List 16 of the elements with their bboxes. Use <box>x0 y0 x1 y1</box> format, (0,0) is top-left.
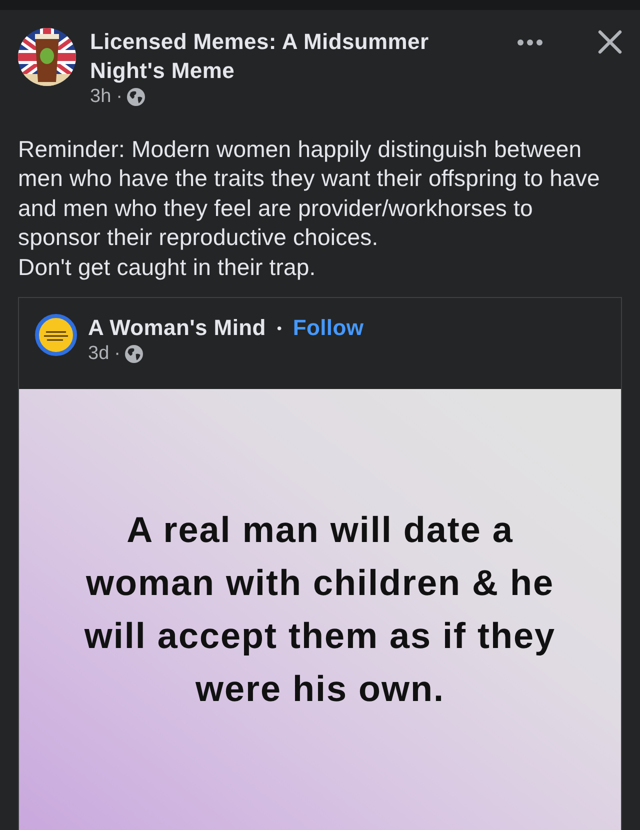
post-text: Reminder: Modern women happily distinguish between men who have the traits they want their offspring to have and men who they feel are provider/workhorses to sponsor their reproductive choices. <box>18 135 601 252</box>
post-text: Don't get caught in their trap. <box>18 252 317 282</box>
close-icon[interactable] <box>598 30 622 54</box>
separator-dot: · <box>114 343 120 366</box>
post-time: 3d <box>88 343 110 366</box>
follow-link[interactable]: Follow <box>292 315 364 342</box>
page-name[interactable]: Licensed Memes: A Midsummer Night's Meme <box>90 27 480 85</box>
globe-icon <box>125 345 144 364</box>
logo-avatar-icon[interactable] <box>35 314 77 356</box>
post-time: 3h <box>90 86 112 108</box>
globe-icon <box>127 88 146 106</box>
separator-dot: · <box>116 86 122 108</box>
author-name[interactable]: A Woman's Mind <box>88 314 266 342</box>
meme-text: A real man will date a woman with children & he will accept them as if they were his own. <box>83 508 557 712</box>
separator-dot: • <box>276 320 282 336</box>
more-icon[interactable] <box>517 39 543 46</box>
